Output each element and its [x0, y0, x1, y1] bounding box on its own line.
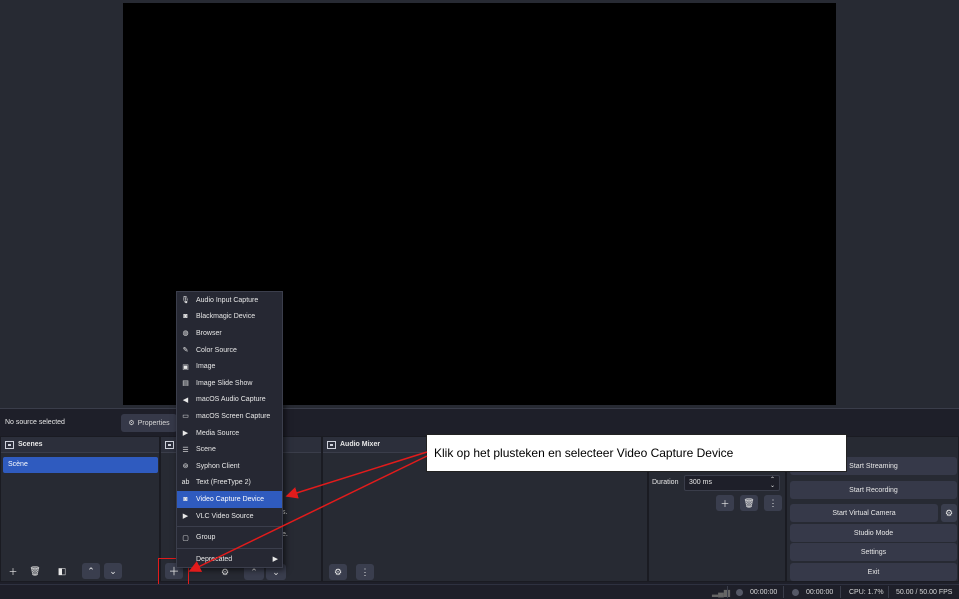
record-time: 00:00:00: [806, 589, 834, 596]
stream-status-dot: [736, 589, 743, 596]
stream-time: 00:00:00: [750, 589, 778, 596]
fps-readout: 50.00 / 50.00 FPS: [896, 589, 953, 596]
annotation-arrows: [188, 451, 428, 572]
status-bar: ▂▄▆ 00:00:00 00:00:00 CPU: 1.7% 50.00 / …: [0, 584, 959, 599]
cpu-usage: CPU: 1.7%: [849, 589, 884, 596]
arrow-to-plus-button: [188, 455, 428, 572]
record-status-dot: [792, 589, 799, 596]
